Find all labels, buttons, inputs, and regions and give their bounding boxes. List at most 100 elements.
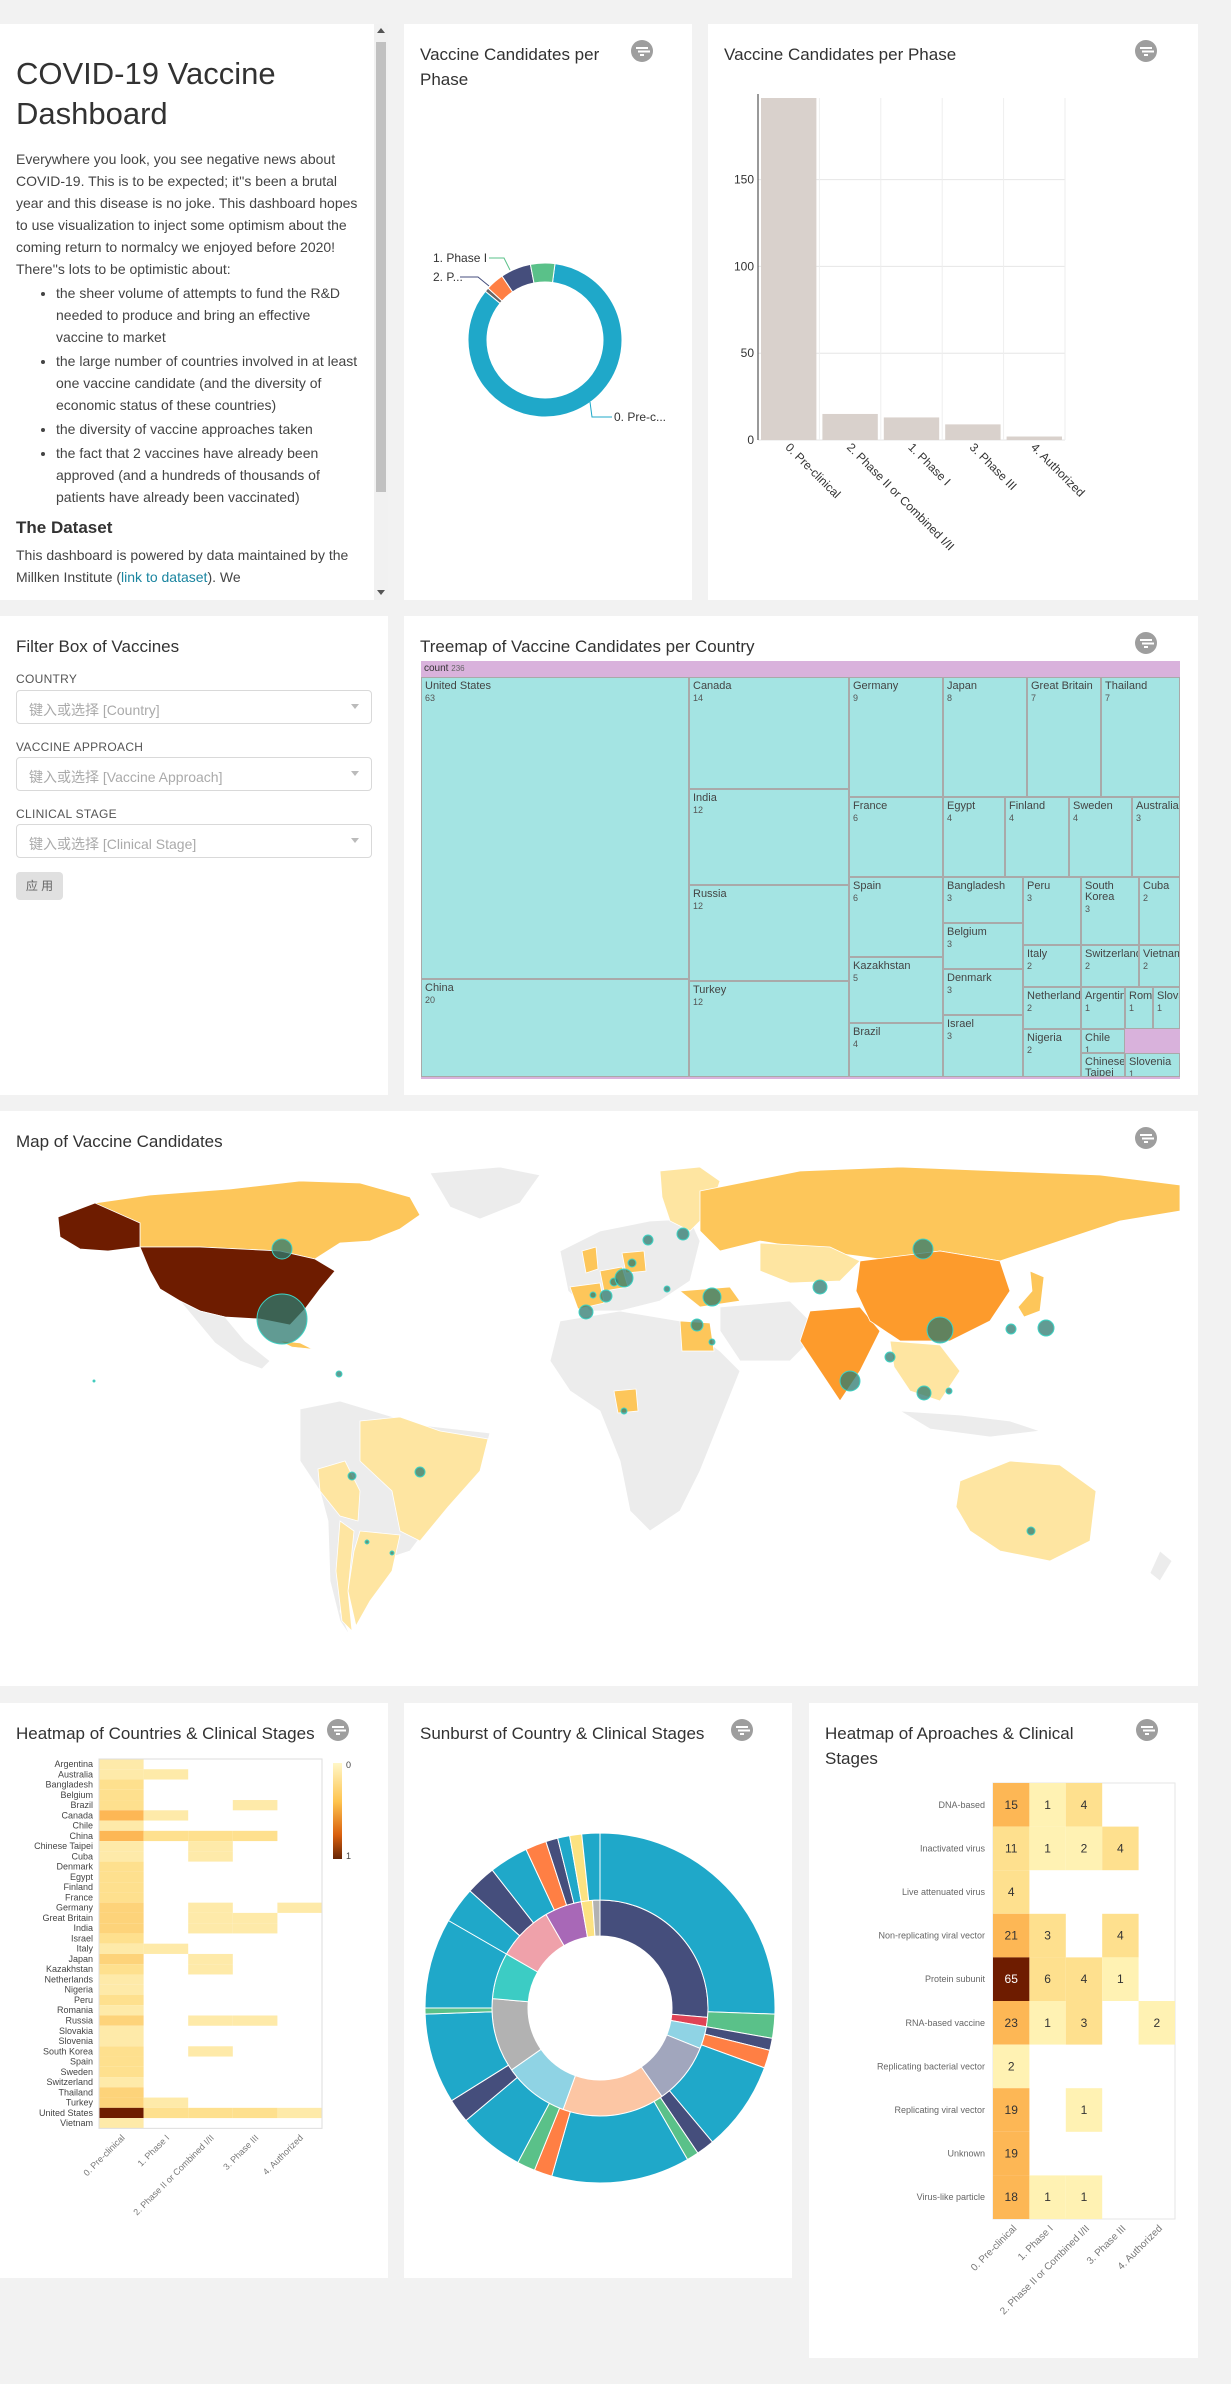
treemap-node[interactable]: Vietnam 2: [1139, 945, 1180, 987]
dataset-link[interactable]: link to dataset: [121, 569, 207, 585]
treemap-node[interactable]: Australia 3: [1132, 797, 1180, 877]
heatmap-cell-value: 4: [1008, 1885, 1015, 1899]
heatmap-cell: [99, 1923, 144, 1934]
heatmap-cell: [99, 1994, 144, 2006]
heatmap-cell: [143, 1830, 189, 1842]
treemap-node[interactable]: France 6: [849, 797, 943, 877]
treemap-node[interactable]: Nigeria 2: [1023, 1029, 1081, 1077]
treemap-node[interactable]: Egypt 4: [943, 797, 1005, 877]
treemap-node[interactable]: Great Britain 7: [1027, 677, 1101, 797]
treemap-node[interactable]: Turkey 12: [689, 981, 849, 1077]
heatmap-row-label: Belgium: [60, 1790, 93, 1800]
treemap-node[interactable]: Cuba 2: [1139, 877, 1180, 945]
map-argentina: [347, 1530, 401, 1628]
treemap-node[interactable]: India 12: [689, 789, 849, 885]
treemap-node[interactable]: Belgium 3: [943, 923, 1023, 969]
heatmap-row-label: France: [65, 1892, 93, 1902]
heatmap-row-label: South Korea: [43, 2046, 93, 2056]
treemap-node[interactable]: Argentina1: [1081, 987, 1125, 1029]
treemap-node[interactable]: Sweden 4: [1069, 797, 1132, 877]
donut-card: Vaccine Candidates per Phase 1. Phase I …: [404, 24, 692, 600]
heatmap-row-label: Japan: [68, 1954, 93, 1964]
treemap-node-value: 3: [1027, 893, 1033, 903]
heatmap-row-label: Unknown: [947, 2149, 985, 2159]
treemap-node[interactable]: Finland 4: [1005, 797, 1069, 877]
map-india: [799, 1306, 881, 1402]
heatmap-cell: [143, 1769, 189, 1780]
filter-icon[interactable]: [1135, 632, 1157, 654]
treemap-node-name: China: [425, 982, 454, 994]
treemap-node-value: 1: [1085, 1045, 1091, 1053]
treemap-node[interactable]: Chile 1: [1081, 1029, 1125, 1053]
apply-button[interactable]: 应 用: [16, 872, 63, 900]
treemap-node[interactable]: Romania1: [1125, 987, 1153, 1029]
country-select[interactable]: 键入或选择 [Country]: [16, 690, 372, 724]
heatmap-col-label: 0. Pre-clinical: [969, 2223, 1019, 2273]
treemap-node[interactable]: Germany 9: [849, 677, 943, 797]
scrollbar-thumb[interactable]: [376, 42, 386, 492]
map-bubble: [676, 1227, 690, 1241]
heatmap-legend-label: 1: [346, 1851, 351, 1861]
treemap-title: Treemap of Vaccine Candidates per Countr…: [420, 637, 755, 656]
treemap-node[interactable]: Italy 2: [1023, 945, 1081, 987]
map-bubble: [414, 1466, 426, 1478]
treemap-node-name: Italy: [1027, 948, 1048, 960]
treemap-node[interactable]: Switzerland 2: [1081, 945, 1139, 987]
heatmap-cell-value: 4: [1117, 1841, 1124, 1855]
treemap-node[interactable]: Spain 6: [849, 877, 943, 957]
heatmap-row-label: Switzerland: [46, 2077, 93, 2087]
treemap-root-label: count 236: [424, 663, 465, 674]
heatmap-countries-card: Heatmap of Countries & Clinical Stages A…: [0, 1703, 388, 2278]
heatmap-cell: [232, 2107, 278, 2119]
bar-xtick-label: 2. Phase II or Combined I/II: [844, 440, 957, 553]
treemap-node[interactable]: Brazil 4: [849, 1023, 943, 1077]
treemap-node[interactable]: Japan 8: [943, 677, 1027, 797]
bar-ytick-label: 100: [734, 259, 754, 273]
scroll-up-icon[interactable]: [377, 28, 385, 33]
treemap-root-name: count: [424, 663, 449, 674]
treemap-node-name: Chile: [1085, 1032, 1111, 1044]
donut-label-phase2: 2. P...: [433, 270, 463, 284]
treemap-node[interactable]: Peru 3: [1023, 877, 1081, 945]
treemap-node-value: 2: [1027, 1045, 1033, 1055]
scroll-down-icon[interactable]: [377, 590, 385, 595]
treemap-node-value: 4: [1009, 813, 1015, 823]
treemap-node[interactable]: Thailand 7: [1101, 677, 1180, 797]
stage-select[interactable]: 键入或选择 [Clinical Stage]: [16, 824, 372, 858]
heatmap-col-label: 4. Authorized: [261, 2133, 305, 2177]
map-bubble: [642, 1234, 654, 1246]
heatmap-row-label: Egypt: [70, 1872, 94, 1882]
treemap-root[interactable]: count 236 United States 63 China 20 Canada 14…: [421, 661, 1180, 1079]
treemap-node[interactable]: South Korea 3: [1081, 877, 1139, 945]
treemap-node[interactable]: Russia 12: [689, 885, 849, 981]
treemap-node[interactable]: Denmark 3: [943, 969, 1023, 1015]
heatmap-approaches-chart: DNA-based 15 1 4Inactivated virus 11 1 2 4Live …: [877, 1782, 1176, 2317]
heatmap-cell-value: 1: [1044, 2190, 1051, 2204]
heatmap-row-label: Replicating viral vector: [894, 2105, 985, 2115]
optimism-list: the sheer volume of attempts to fund the…: [56, 282, 360, 508]
treemap-node[interactable]: Israel 3: [943, 1015, 1023, 1077]
heatmap-cell: [188, 1923, 233, 1934]
treemap-node[interactable]: Canada 14: [689, 677, 849, 789]
treemap-node-value: 6: [853, 893, 859, 903]
treemap-node[interactable]: China 20: [421, 979, 689, 1077]
heatmap-cell: [99, 1851, 144, 1862]
treemap-node-value: 2: [1027, 961, 1033, 971]
world-map[interactable]: [0, 1111, 1198, 1686]
heatmap-cell: [99, 1820, 144, 1831]
treemap-node[interactable]: Bangladesh 3: [943, 877, 1023, 923]
treemap-node[interactable]: Netherlands 2: [1023, 987, 1081, 1029]
treemap-node[interactable]: Slovakia1: [1153, 987, 1180, 1029]
treemap-node[interactable]: Kazakhstan 5: [849, 957, 943, 1023]
treemap-node[interactable]: Slovenia 1: [1125, 1053, 1180, 1077]
heatmap-cell: [188, 1912, 233, 1924]
map-australia: [955, 1460, 1097, 1562]
markdown-scrollbar[interactable]: [374, 24, 388, 600]
heatmap-cell: [232, 1923, 278, 1934]
treemap-node[interactable]: Chinese Taipei1: [1081, 1053, 1125, 1077]
treemap-node-value: 63: [425, 693, 436, 703]
treemap-node[interactable]: United States 63: [421, 677, 689, 979]
heatmap-row-label: Inactivated virus: [920, 1843, 986, 1853]
sunburst-chart[interactable]: [404, 1703, 792, 2278]
approach-select[interactable]: 键入或选择 [Vaccine Approach]: [16, 757, 372, 791]
